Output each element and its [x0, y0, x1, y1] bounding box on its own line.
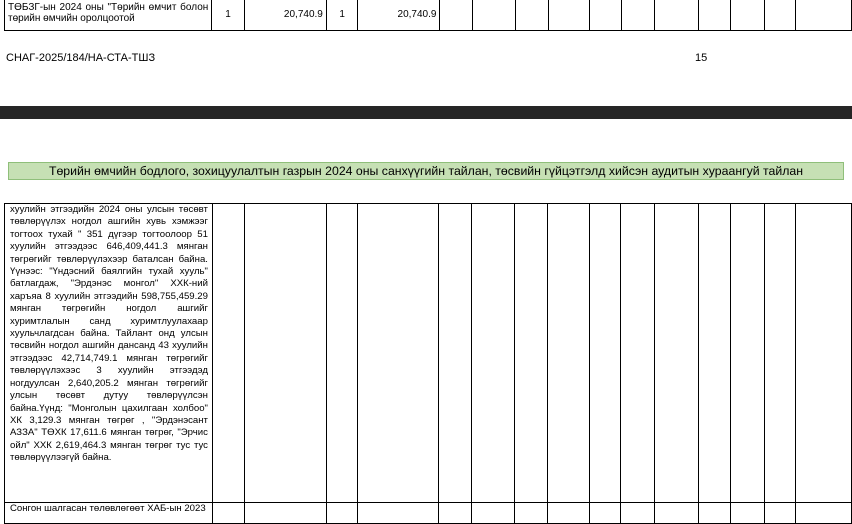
table-cell-empty	[730, 502, 765, 524]
table-cell-empty	[325, 502, 359, 524]
table-cell-amount: 20,740.9	[357, 0, 441, 31]
table-row: ТӨБЗГ-ын 2024 оны "Төрийн өмчит болон тө…	[3, 0, 852, 31]
page-separator	[0, 106, 852, 119]
table-cell-empty	[698, 0, 732, 31]
table-cell-empty	[513, 203, 549, 503]
table-cell-empty	[439, 0, 473, 31]
table-cell-empty	[620, 502, 655, 524]
table-cell-empty	[588, 203, 622, 503]
table-cell-text: Сонгон шалгасан төлөвлөгөөт ХАБ-ын 2023	[4, 502, 213, 524]
table-cell-empty	[730, 203, 765, 503]
table-cell-empty	[244, 502, 327, 524]
table-cell-count: 1	[325, 0, 359, 31]
page-number: 15	[695, 52, 708, 64]
table-cell-text: хуулийн этгээдийн 2024 оны улсын төсөвт …	[4, 203, 213, 503]
table-cell-empty	[357, 203, 440, 503]
table-row: Сонгон шалгасан төлөвлөгөөт ХАБ-ын 2023	[4, 502, 852, 524]
table-cell-empty	[470, 203, 515, 503]
table-cell-empty	[211, 203, 246, 503]
table-cell-empty	[471, 0, 516, 31]
previous-page-table: ТӨБЗГ-ын 2024 оны "Төрийн өмчит болон тө…	[3, 0, 852, 31]
table-cell-empty	[763, 502, 797, 524]
document-code: СНАГ-2025/184/НА-СТА-ТШЗ	[6, 52, 156, 64]
section-title: Төрийн өмчийн бодлого, зохицуулалтын газ…	[8, 162, 844, 180]
table-cell-empty	[514, 0, 550, 31]
table-cell-empty	[588, 502, 622, 524]
table-cell-count: 1	[211, 0, 245, 31]
table-cell-empty	[795, 502, 852, 524]
table-cell-empty	[547, 203, 590, 503]
table-cell-empty	[697, 203, 732, 503]
table-cell-empty	[244, 203, 327, 503]
table-cell-empty	[325, 203, 359, 503]
table-cell-empty	[513, 502, 549, 524]
table-cell-text: ТӨБЗГ-ын 2024 оны "Төрийн өмчит болон тө…	[3, 0, 213, 31]
table-cell-empty	[620, 0, 656, 31]
table-cell-empty	[547, 502, 590, 524]
table-cell-empty	[697, 502, 732, 524]
table-cell-empty	[589, 0, 622, 31]
table-cell-empty	[795, 0, 852, 31]
table-cell-empty	[438, 203, 472, 503]
table-cell-empty	[653, 203, 699, 503]
table-cell-empty	[653, 502, 699, 524]
table-cell-empty	[548, 0, 591, 31]
table-cell-empty	[763, 203, 797, 503]
table-cell-empty	[211, 502, 246, 524]
table-cell-empty	[620, 203, 655, 503]
table-cell-empty	[795, 203, 852, 503]
table-cell-empty	[654, 0, 700, 31]
audit-table: хуулийн этгээдийн 2024 оны улсын төсөвт …	[4, 203, 852, 524]
table-cell-empty	[470, 502, 515, 524]
table-cell-amount: 20,740.9	[243, 0, 327, 31]
table-cell-empty	[438, 502, 472, 524]
table-cell-empty	[763, 0, 797, 31]
table-cell-empty	[357, 502, 440, 524]
table-cell-empty	[730, 0, 765, 31]
table-row: хуулийн этгээдийн 2024 оны улсын төсөвт …	[4, 203, 852, 503]
